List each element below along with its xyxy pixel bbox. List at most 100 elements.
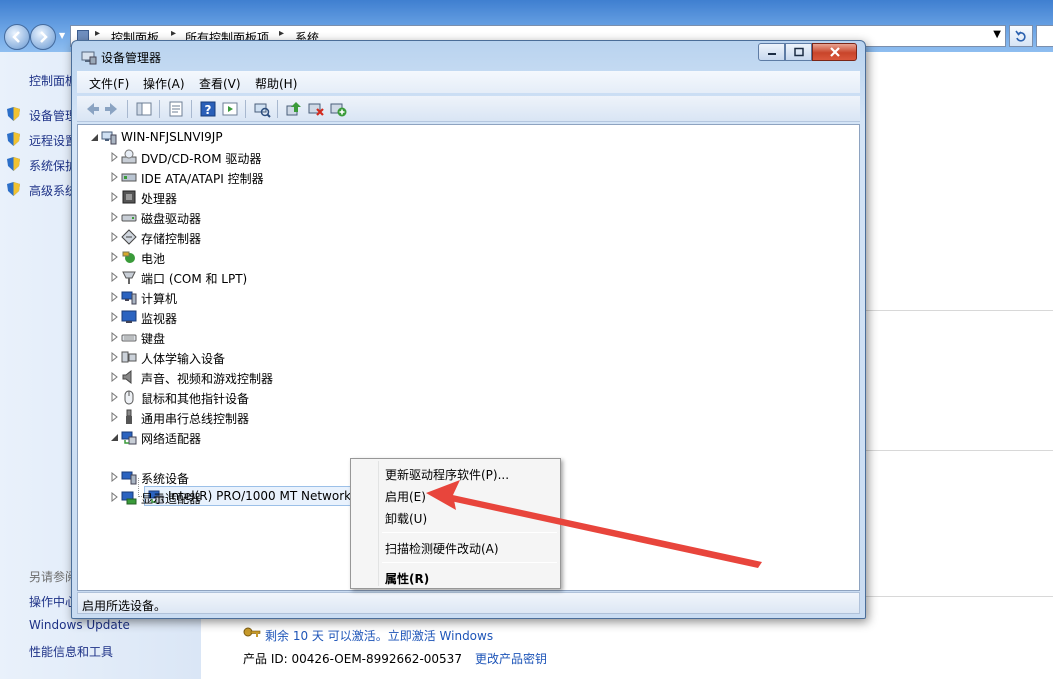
- activate-windows-link[interactable]: 剩余 10 天 可以激活。立即激活 Windows: [265, 627, 493, 644]
- computer-icon: [121, 291, 137, 305]
- breadcrumb-separator[interactable]: ▸: [279, 28, 284, 39]
- section-divider: [862, 450, 1053, 451]
- category-label: 端口 (COM 和 LPT): [141, 272, 248, 286]
- expanded-triangle-icon[interactable]: [110, 432, 119, 442]
- change-product-key-link[interactable]: 更改产品密钥: [475, 650, 547, 667]
- sidebar-remote-settings[interactable]: 远程设置: [29, 132, 77, 149]
- tree-category[interactable]: 端口 (COM 和 LPT): [110, 267, 530, 287]
- collapsed-triangle-icon[interactable]: [110, 372, 119, 382]
- help-icon[interactable]: ?: [199, 100, 217, 118]
- enable-device-icon[interactable]: [329, 100, 347, 118]
- tree-category[interactable]: 电池: [110, 247, 530, 267]
- disk-drive-icon: [121, 214, 137, 222]
- scan-hardware-icon[interactable]: [253, 100, 271, 118]
- breadcrumb-separator[interactable]: ▸: [171, 28, 176, 39]
- refresh-button[interactable]: [1009, 25, 1033, 47]
- tree-category[interactable]: 磁盘驱动器: [110, 207, 530, 227]
- forward-arrow-icon[interactable]: [103, 100, 121, 118]
- forward-button[interactable]: [30, 24, 56, 50]
- tree-category[interactable]: IDE ATA/ATAPI 控制器: [110, 167, 530, 187]
- search-input[interactable]: [1036, 25, 1053, 47]
- category-label: 存储控制器: [141, 232, 202, 246]
- toolbar-separator: [277, 100, 278, 118]
- tree-category[interactable]: 监视器: [110, 307, 530, 327]
- collapsed-triangle-icon[interactable]: [110, 152, 119, 162]
- tree-category[interactable]: 处理器: [110, 187, 530, 207]
- category-label: DVD/CD-ROM 驱动器: [141, 152, 262, 166]
- tree-category[interactable]: 键盘: [110, 327, 530, 347]
- category-label: 键盘: [141, 332, 166, 346]
- collapsed-triangle-icon[interactable]: [110, 412, 119, 422]
- menu-action[interactable]: 操作(A): [143, 75, 185, 92]
- category-label: 网络适配器: [141, 432, 202, 446]
- uninstall-icon[interactable]: [307, 100, 325, 118]
- collapsed-triangle-icon[interactable]: [110, 292, 119, 302]
- breadcrumb-separator[interactable]: ▸: [95, 28, 100, 39]
- status-text: 启用所选设备。: [82, 599, 167, 613]
- collapsed-triangle-icon[interactable]: [110, 492, 119, 502]
- tree-category[interactable]: 人体学输入设备: [110, 347, 530, 367]
- sidebar-system-protection[interactable]: 系统保护: [29, 157, 77, 174]
- annotation-arrow-icon: [426, 480, 762, 568]
- tree-category[interactable]: 通用串行总线控制器: [110, 407, 530, 427]
- toolbar-separator: [159, 100, 160, 118]
- battery-icon: [122, 251, 135, 263]
- collapsed-triangle-icon[interactable]: [110, 172, 119, 182]
- update-driver-icon[interactable]: [285, 100, 303, 118]
- tree-category-network-adapters[interactable]: 网络适配器: [110, 427, 530, 447]
- menu-view[interactable]: 查看(V): [199, 75, 241, 92]
- sidebar-action-center[interactable]: 操作中心: [29, 593, 77, 610]
- sidebar-home-link[interactable]: 控制面板: [29, 72, 77, 89]
- computer-icon: [101, 131, 117, 145]
- category-label: 监视器: [141, 312, 178, 326]
- show-hide-tree-icon[interactable]: [135, 100, 153, 118]
- sidebar-performance-tools[interactable]: 性能信息和工具: [29, 643, 113, 660]
- back-button[interactable]: [4, 24, 30, 50]
- key-icon: [243, 627, 261, 637]
- collapsed-triangle-icon[interactable]: [110, 312, 119, 322]
- usb-icon: [126, 409, 132, 424]
- collapsed-triangle-icon[interactable]: [110, 392, 119, 402]
- category-label: 计算机: [141, 292, 178, 306]
- tree-category[interactable]: 声音、视频和游戏控制器: [110, 367, 530, 387]
- sidebar-windows-update[interactable]: Windows Update: [29, 618, 130, 632]
- recent-pages-dropdown[interactable]: ▼: [59, 31, 67, 40]
- shield-icon: [7, 107, 20, 121]
- tree-category[interactable]: 存储控制器: [110, 227, 530, 247]
- port-icon: [122, 271, 136, 284]
- collapsed-triangle-icon[interactable]: [110, 332, 119, 342]
- activation-row: 剩余 10 天 可以激活。立即激活 Windows: [243, 626, 843, 644]
- collapsed-triangle-icon[interactable]: [110, 192, 119, 202]
- see-also-heading: 另请参阅: [29, 570, 78, 584]
- minimize-button[interactable]: [758, 43, 785, 61]
- collapsed-triangle-icon[interactable]: [110, 252, 119, 262]
- system-devices-icon: [121, 471, 137, 485]
- expanded-triangle-icon[interactable]: [90, 132, 99, 142]
- maximize-button[interactable]: [785, 43, 812, 61]
- collapsed-triangle-icon[interactable]: [110, 212, 119, 222]
- sidebar-advanced-settings[interactable]: 高级系统: [29, 182, 77, 199]
- category-label: 通用串行总线控制器: [141, 412, 250, 426]
- back-arrow-icon[interactable]: [83, 100, 101, 118]
- shield-icon: [7, 132, 20, 146]
- collapsed-triangle-icon[interactable]: [110, 472, 119, 482]
- collapsed-triangle-icon[interactable]: [110, 232, 119, 242]
- tree-root[interactable]: WIN-NFJSLNVI9JP: [90, 127, 510, 147]
- sidebar-device-manager[interactable]: 设备管理: [29, 107, 77, 124]
- category-label: 系统设备: [141, 472, 190, 486]
- action-pane-icon[interactable]: [221, 100, 239, 118]
- window-title: 设备管理器: [101, 51, 162, 65]
- close-button[interactable]: [812, 43, 857, 61]
- menu-file[interactable]: 文件(F): [89, 75, 129, 92]
- tree-category[interactable]: 计算机: [110, 287, 530, 307]
- menu-help[interactable]: 帮助(H): [255, 75, 297, 92]
- section-divider: [862, 596, 1053, 597]
- collapsed-triangle-icon[interactable]: [110, 352, 119, 362]
- tree-category[interactable]: DVD/CD-ROM 驱动器: [110, 147, 530, 167]
- ide-controller-icon: [121, 173, 137, 182]
- back-arrow-icon: [12, 31, 20, 43]
- collapsed-triangle-icon[interactable]: [110, 272, 119, 282]
- tree-category[interactable]: 鼠标和其他指针设备: [110, 387, 530, 407]
- properties-icon[interactable]: [167, 100, 185, 118]
- chevron-down-icon[interactable]: ▼: [993, 29, 1001, 40]
